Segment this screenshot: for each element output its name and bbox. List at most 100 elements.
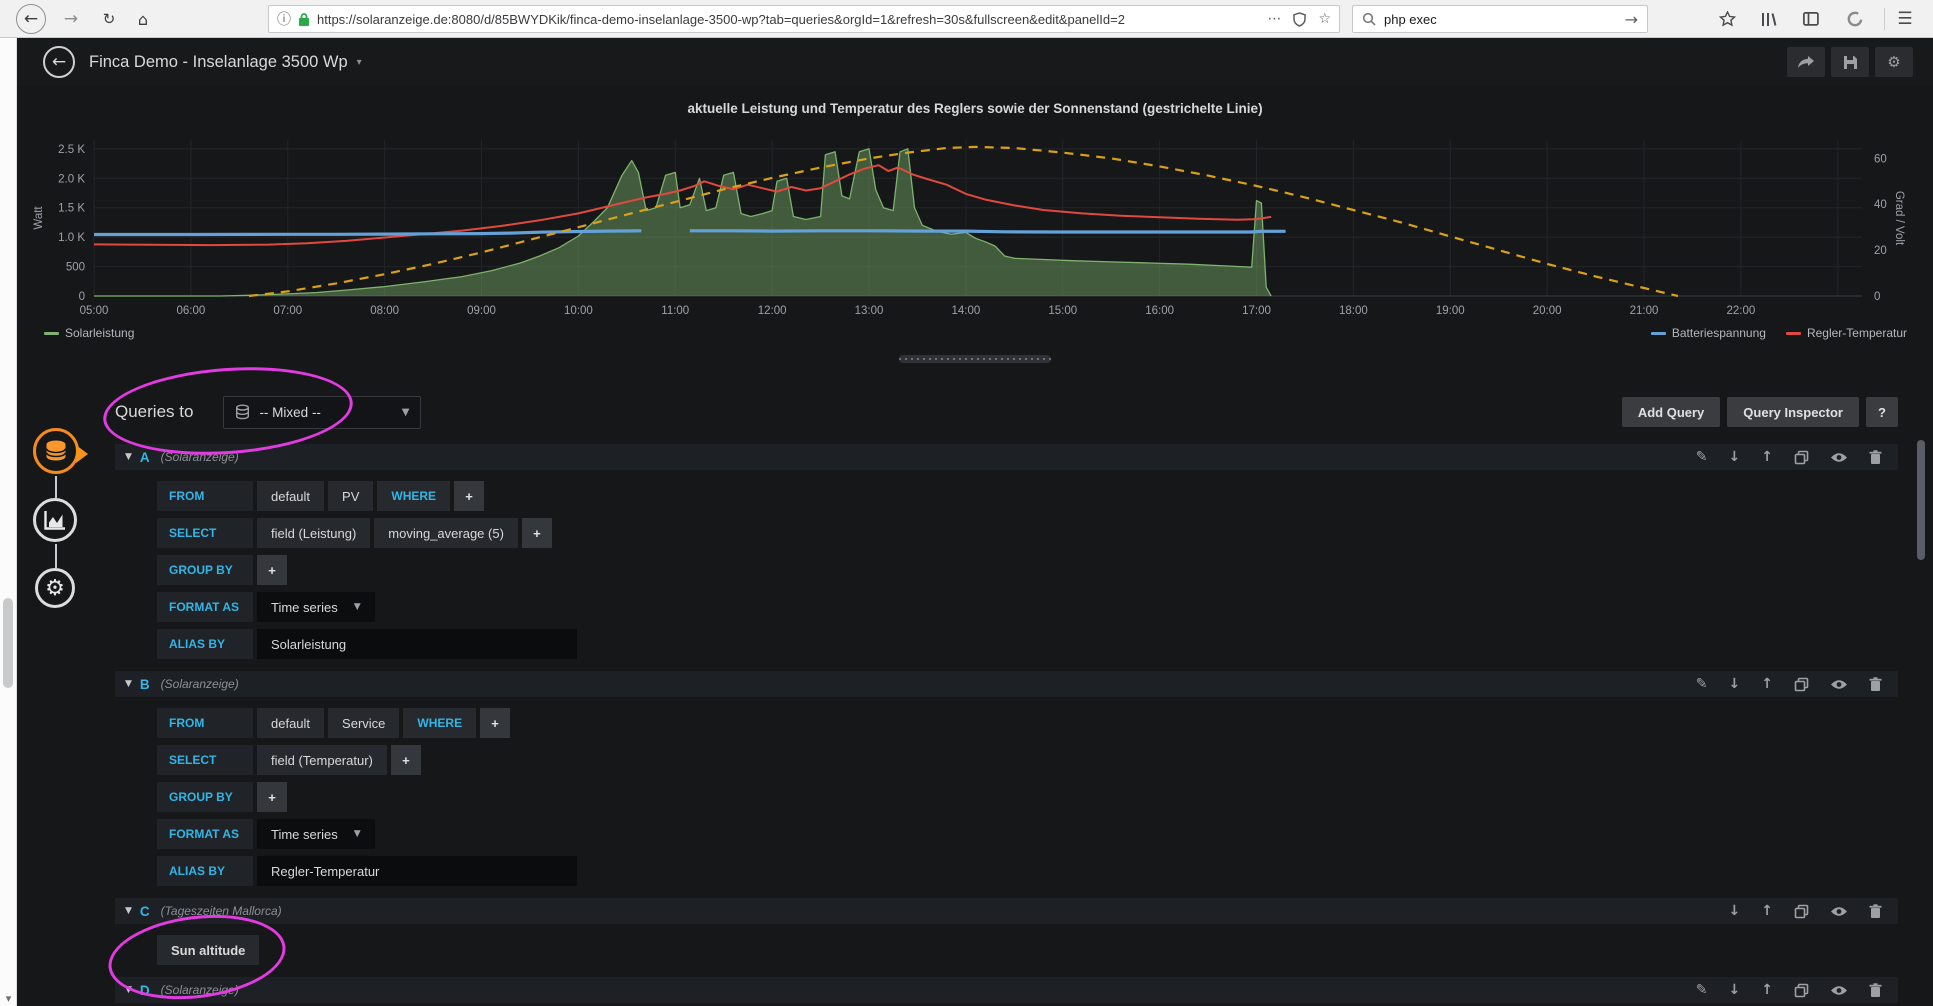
active-tab-pointer-icon — [76, 445, 88, 463]
add-part-button[interactable]: + — [257, 782, 287, 812]
segment-where[interactable]: WHERE — [377, 481, 450, 511]
url-bar[interactable]: ⓘ https://solaranzeige.de:8080/d/85BWYDK… — [268, 5, 1340, 33]
toggle-visibility-icon[interactable] — [1830, 678, 1848, 691]
add-part-button[interactable]: + — [522, 518, 552, 548]
segment-default[interactable]: default — [257, 708, 324, 738]
edit-icon[interactable]: ✎ — [1696, 982, 1708, 998]
back-button[interactable]: ← — [43, 46, 75, 78]
chevron-down-icon: ▼ — [354, 829, 361, 839]
edit-icon[interactable]: ✎ — [1696, 449, 1708, 465]
legend-color-dash — [1786, 332, 1801, 335]
dashboard-title[interactable]: Finca Demo - Inselanlage 3500 Wp ▾ — [89, 38, 362, 86]
move-down-icon[interactable]: ↓ — [1729, 676, 1741, 692]
alias-input[interactable] — [257, 856, 577, 886]
browser-home-icon[interactable]: ⌂ — [128, 4, 158, 34]
edit-icon[interactable]: ✎ — [1696, 676, 1708, 692]
scroll-down-icon[interactable]: ▾ — [0, 992, 17, 1005]
segment-field-temperatur-[interactable]: field (Temperatur) — [257, 745, 387, 775]
duplicate-icon[interactable] — [1794, 983, 1809, 998]
add-part-button[interactable]: + — [480, 708, 510, 738]
move-up-icon[interactable]: ↑ — [1761, 449, 1773, 465]
segment-where[interactable]: WHERE — [403, 708, 476, 738]
segment-default[interactable]: default — [257, 481, 324, 511]
delete-icon[interactable] — [1869, 983, 1882, 998]
query-header-D[interactable]: ▼D(Solaranzeige)✎↓↑ — [115, 977, 1898, 1003]
site-info-icon[interactable]: ⓘ — [277, 9, 291, 29]
search-go-icon[interactable]: → — [1625, 10, 1638, 29]
query-header-A[interactable]: ▼A(Solaranzeige)✎↓↑ — [115, 444, 1898, 470]
collapse-icon[interactable]: ▼ — [125, 452, 132, 462]
shield-icon[interactable] — [1293, 12, 1306, 27]
svg-text:0: 0 — [79, 291, 85, 303]
help-button[interactable]: ? — [1866, 397, 1898, 427]
move-up-icon[interactable]: ↑ — [1761, 676, 1773, 692]
query-row: SELECTfield (Leistung)moving_average (5)… — [157, 518, 1898, 548]
alias-input[interactable] — [257, 629, 577, 659]
tab-panel-settings[interactable]: ⚙ — [35, 568, 75, 608]
duplicate-icon[interactable] — [1794, 677, 1809, 692]
timeseries-chart[interactable]: 2.5 K2.0 K1.5 K1.0 K5000604020005:0006:0… — [28, 120, 1908, 360]
svg-text:15:00: 15:00 — [1048, 305, 1077, 317]
add-query-button[interactable]: Add Query — [1622, 397, 1720, 427]
hamburger-menu-icon[interactable]: ☰ — [1892, 7, 1918, 31]
query-header-B[interactable]: ▼B(Solaranzeige)✎↓↑ — [115, 671, 1898, 697]
move-up-icon[interactable]: ↑ — [1761, 903, 1773, 919]
move-down-icon[interactable]: ↓ — [1729, 449, 1741, 465]
sidebar-toggle-icon[interactable] — [1798, 7, 1824, 31]
add-part-button[interactable]: + — [257, 555, 287, 585]
save-button[interactable] — [1831, 47, 1869, 77]
legend-item[interactable]: Solarleistung — [44, 326, 134, 340]
share-button[interactable] — [1787, 47, 1825, 77]
svg-text:1.5 K: 1.5 K — [58, 203, 85, 215]
duplicate-icon[interactable] — [1794, 450, 1809, 465]
padlock-icon[interactable] — [298, 12, 310, 27]
library-icon[interactable] — [1756, 7, 1782, 31]
svg-text:Grad / Volt: Grad / Volt — [1893, 191, 1905, 246]
move-up-icon[interactable]: ↑ — [1761, 982, 1773, 998]
duplicate-icon[interactable] — [1794, 904, 1809, 919]
tab-visualization[interactable] — [33, 498, 77, 542]
query-header-C[interactable]: ▼C(Tageszeiten Mallorca)↓↑ — [115, 898, 1898, 924]
format-select[interactable]: Time series▼ — [257, 819, 375, 849]
firefox-account-icon[interactable] — [1842, 7, 1868, 31]
toggle-visibility-icon[interactable] — [1830, 905, 1848, 918]
segment-field-leistung-[interactable]: field (Leistung) — [257, 518, 370, 548]
svg-text:Watt: Watt — [33, 206, 45, 230]
browser-forward-icon[interactable]: → — [56, 4, 86, 34]
segment-pv[interactable]: PV — [328, 481, 373, 511]
legend-label[interactable]: Solarleistung — [65, 326, 134, 340]
bookmarks-menu-icon[interactable] — [1714, 7, 1740, 31]
scrollbar-thumb[interactable] — [3, 598, 13, 688]
legend-item[interactable]: Batteriespannung — [1651, 326, 1766, 340]
collapse-icon[interactable]: ▼ — [125, 679, 132, 689]
collapse-icon[interactable]: ▼ — [125, 906, 132, 916]
segment-service[interactable]: Service — [328, 708, 399, 738]
segment-moving-average-5-[interactable]: moving_average (5) — [374, 518, 518, 548]
toggle-visibility-icon[interactable] — [1830, 984, 1848, 997]
page-scrollbar[interactable]: ▾ — [0, 38, 17, 1006]
legend-label[interactable]: Batteriespannung — [1672, 326, 1766, 340]
toggle-visibility-icon[interactable] — [1830, 451, 1848, 464]
delete-icon[interactable] — [1869, 450, 1882, 465]
search-bar[interactable]: → — [1352, 5, 1648, 33]
bookmark-star-icon[interactable]: ☆ — [1318, 11, 1331, 27]
legend-label[interactable]: Regler-Temperatur — [1807, 326, 1907, 340]
move-down-icon[interactable]: ↓ — [1729, 903, 1741, 919]
browser-reload-icon[interactable]: ↻ — [94, 4, 124, 34]
panel-resize-handle[interactable] — [899, 355, 1051, 363]
delete-icon[interactable] — [1869, 677, 1882, 692]
browser-back-icon[interactable]: ← — [16, 4, 46, 34]
search-input[interactable] — [1384, 12, 1617, 27]
format-select[interactable]: Time series▼ — [257, 592, 375, 622]
add-part-button[interactable]: + — [454, 481, 484, 511]
query-inspector-button[interactable]: Query Inspector — [1727, 397, 1859, 427]
move-down-icon[interactable]: ↓ — [1729, 982, 1741, 998]
tab-queries[interactable] — [33, 428, 79, 474]
add-part-button[interactable]: + — [391, 745, 421, 775]
svg-text:500: 500 — [66, 262, 85, 274]
legend-item[interactable]: Regler-Temperatur — [1786, 326, 1907, 340]
settings-gear-icon[interactable]: ⚙ — [1875, 47, 1913, 77]
queries-scrollbar-thumb[interactable] — [1917, 440, 1925, 560]
delete-icon[interactable] — [1869, 904, 1882, 919]
page-actions-icon[interactable]: ⋯ — [1267, 11, 1281, 27]
